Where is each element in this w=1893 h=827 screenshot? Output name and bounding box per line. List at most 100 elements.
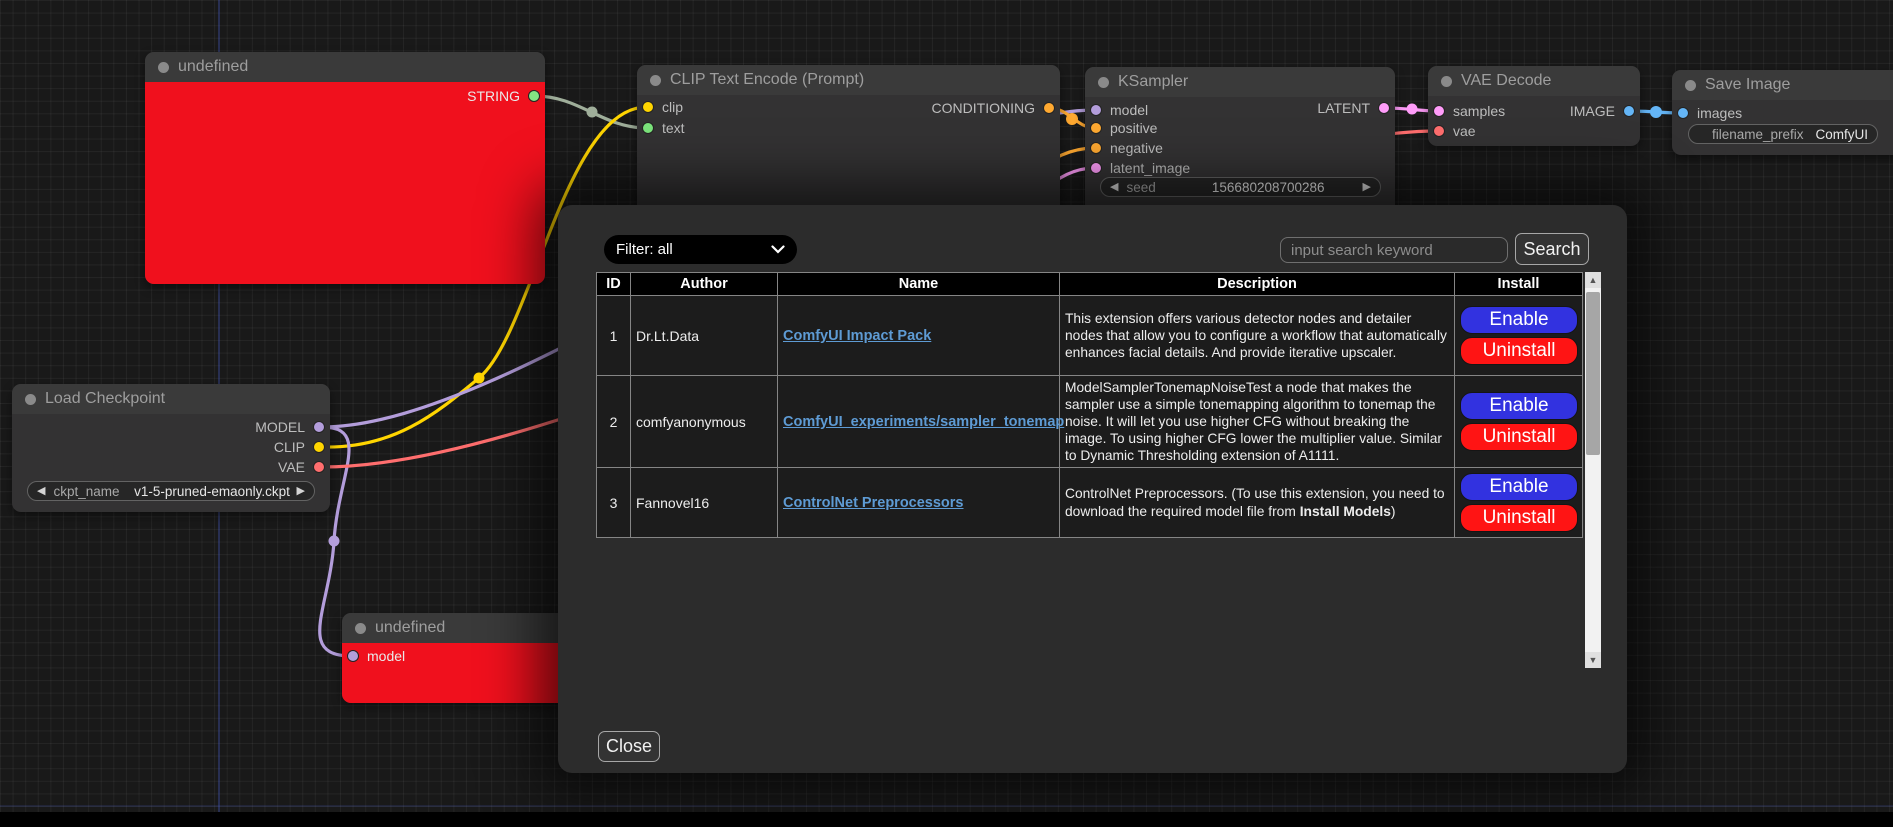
vae-input-dot[interactable] [1433,125,1445,137]
collapse-dot-icon[interactable] [1685,80,1696,91]
collapse-dot-icon[interactable] [1098,77,1109,88]
wire-dot-model[interactable] [329,536,340,547]
node-title-bar[interactable]: undefined [342,613,572,643]
uninstall-button[interactable]: Uninstall [1460,504,1578,532]
cell-author: comfyanonymous [631,376,778,468]
filter-dropdown[interactable]: Filter: all [604,235,797,264]
node-title-bar[interactable]: KSampler [1085,67,1395,97]
input-label: images [1697,105,1742,121]
cell-description: ControlNet Preprocessors. (To use this e… [1060,468,1455,538]
decrement-arrow-icon[interactable]: ◀ [1110,182,1118,193]
table-row: 1 Dr.Lt.Data ComfyUI Impact Pack This ex… [597,296,1583,376]
output-label: IMAGE [1570,103,1615,119]
images-input-dot[interactable] [1677,107,1689,119]
node-title: Load Checkpoint [45,390,165,408]
vae-output-dot[interactable] [313,461,325,473]
scrollbar-thumb[interactable] [1586,292,1600,455]
enable-button[interactable]: Enable [1460,306,1578,334]
input-label: model [367,648,405,664]
output-label: CLIP [274,439,305,455]
header-install: Install [1455,273,1583,296]
node-clip-text-encode[interactable]: CLIP Text Encode (Prompt) clip text COND… [637,65,1060,225]
seed-widget[interactable]: ◀ seed 156680208700286 ▶ [1100,177,1381,197]
wire-dot-string[interactable] [587,107,598,118]
image-output-dot[interactable] [1623,105,1635,117]
collapse-dot-icon[interactable] [1441,76,1452,87]
node-save-image[interactable]: Save Image images filename_prefix ComfyU… [1672,70,1893,155]
filename-prefix-widget[interactable]: filename_prefix ComfyUI [1688,124,1878,144]
enable-button[interactable]: Enable [1460,392,1578,420]
close-button[interactable]: Close [598,731,660,762]
latent-image-input-dot[interactable] [1090,162,1102,174]
model-output-dot[interactable] [313,421,325,433]
collapse-dot-icon[interactable] [650,75,661,86]
wire-dot-conditioning[interactable] [1066,113,1078,125]
output-label: STRING [467,88,520,104]
node-title-bar[interactable]: VAE Decode [1428,66,1640,96]
node-title-bar[interactable]: Load Checkpoint [12,384,330,414]
text-input-dot[interactable] [642,122,654,134]
node-title-bar[interactable]: CLIP Text Encode (Prompt) [637,65,1060,95]
previous-arrow-icon[interactable]: ◀ [37,486,45,497]
table-scrollbar[interactable]: ▲ ▼ [1585,272,1601,668]
input-label: clip [662,99,683,115]
widget-value: ComfyUI [1815,127,1868,142]
enable-button[interactable]: Enable [1460,473,1578,501]
node-load-checkpoint[interactable]: Load Checkpoint MODEL CLIP VAE ◀ ckpt_na… [12,384,330,512]
negative-input-dot[interactable] [1090,142,1102,154]
node-body-error[interactable]: STRING [145,82,545,284]
node-body-error[interactable]: model [342,643,572,703]
node-title: KSampler [1118,73,1188,91]
positive-input-dot[interactable] [1090,122,1102,134]
search-input[interactable] [1280,237,1508,263]
samples-input-dot[interactable] [1433,105,1445,117]
output-label: VAE [278,459,305,475]
table-header-row: ID Author Name Description Install [597,273,1583,296]
node-vae-decode[interactable]: VAE Decode samples vae IMAGE [1428,66,1640,146]
wire-dot-clip[interactable] [474,373,485,384]
latent-output-dot[interactable] [1378,102,1390,114]
clip-input-dot[interactable] [642,101,654,113]
ckpt-name-widget[interactable]: ◀ ckpt_name v1-5-pruned-emaonly.ckpt ▶ [27,481,315,501]
node-title: CLIP Text Encode (Prompt) [670,71,864,89]
collapse-dot-icon[interactable] [158,62,169,73]
node-body[interactable]: images filename_prefix ComfyUI [1672,100,1893,155]
uninstall-button[interactable]: Uninstall [1460,423,1578,451]
node-title-bar[interactable]: undefined [145,52,545,82]
node-body[interactable]: MODEL CLIP VAE ◀ ckpt_name v1-5-pruned-e… [12,414,330,512]
widget-label: seed [1126,180,1155,195]
extension-link[interactable]: ControlNet Preprocessors [783,495,964,511]
input-label: samples [1453,103,1505,119]
scroll-down-arrow-icon[interactable]: ▼ [1585,652,1601,668]
collapse-dot-icon[interactable] [25,394,36,405]
extension-link[interactable]: ComfyUI_experiments/sampler_tonemap [783,414,1064,430]
model-input-dot[interactable] [1090,104,1102,116]
extension-link[interactable]: ComfyUI Impact Pack [783,328,931,344]
scroll-up-arrow-icon[interactable]: ▲ [1585,272,1601,288]
node-undefined-bottom[interactable]: undefined model [342,613,572,703]
cell-author: Dr.Lt.Data [631,296,778,376]
wire-dot-image[interactable] [1650,106,1662,118]
node-title: undefined [178,58,248,76]
model-input-dot[interactable] [347,650,359,662]
increment-arrow-icon[interactable]: ▶ [1363,182,1371,193]
wire-dot-latent[interactable] [1407,104,1418,115]
input-label: vae [1453,123,1476,139]
input-label: negative [1110,140,1163,156]
conditioning-output-dot[interactable] [1043,102,1055,114]
output-label: CONDITIONING [932,100,1035,116]
search-button[interactable]: Search [1515,233,1589,265]
clip-output-dot[interactable] [313,441,325,453]
widget-label: ckpt_name [53,484,119,499]
node-body[interactable]: model positive negative latent_image LAT… [1085,97,1395,217]
node-body[interactable]: samples vae IMAGE [1428,96,1640,146]
node-ksampler[interactable]: KSampler model positive negative latent_… [1085,67,1395,217]
input-label: model [1110,102,1148,118]
next-arrow-icon[interactable]: ▶ [297,486,305,497]
uninstall-button[interactable]: Uninstall [1460,337,1578,365]
collapse-dot-icon[interactable] [355,623,366,634]
string-output-dot[interactable] [528,90,540,102]
node-title-bar[interactable]: Save Image [1672,70,1893,100]
widget-value: v1-5-pruned-emaonly.ckpt [134,484,290,499]
node-undefined-top[interactable]: undefined STRING [145,52,545,284]
